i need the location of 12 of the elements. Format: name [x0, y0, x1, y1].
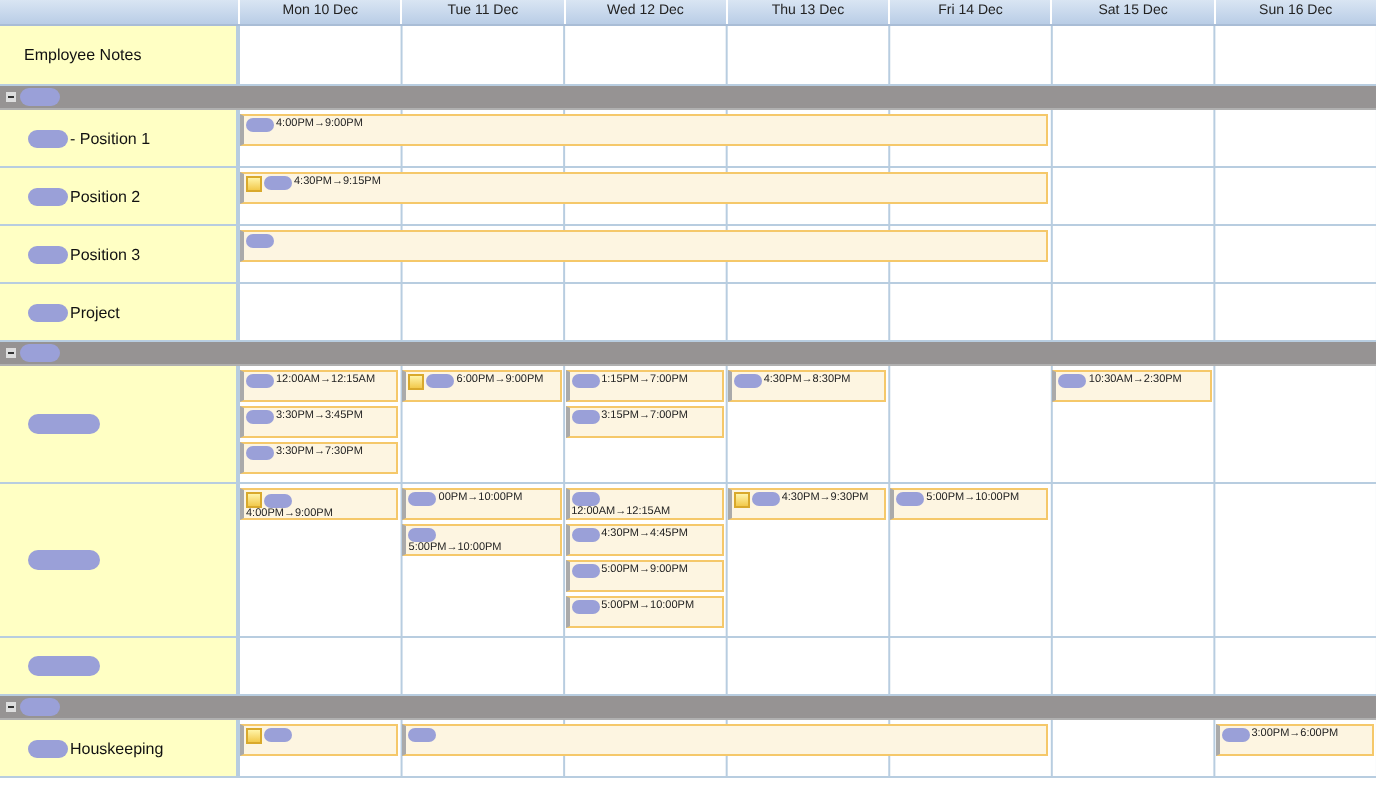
- row-label: Employee Notes: [24, 46, 142, 64]
- row-label: Position 3: [70, 245, 141, 263]
- row-label: - Position 1: [70, 129, 151, 147]
- row-label: Position 2: [70, 187, 141, 205]
- collapse-icon[interactable]: [6, 92, 16, 102]
- shift-event[interactable]: [240, 724, 399, 756]
- collapse-icon[interactable]: [6, 702, 16, 712]
- shift-event[interactable]: [240, 230, 1049, 262]
- row-label: Project: [70, 303, 120, 321]
- row-label: Houskeeping: [70, 739, 164, 757]
- collapse-icon[interactable]: [6, 348, 16, 358]
- shift-event[interactable]: [402, 724, 1049, 756]
